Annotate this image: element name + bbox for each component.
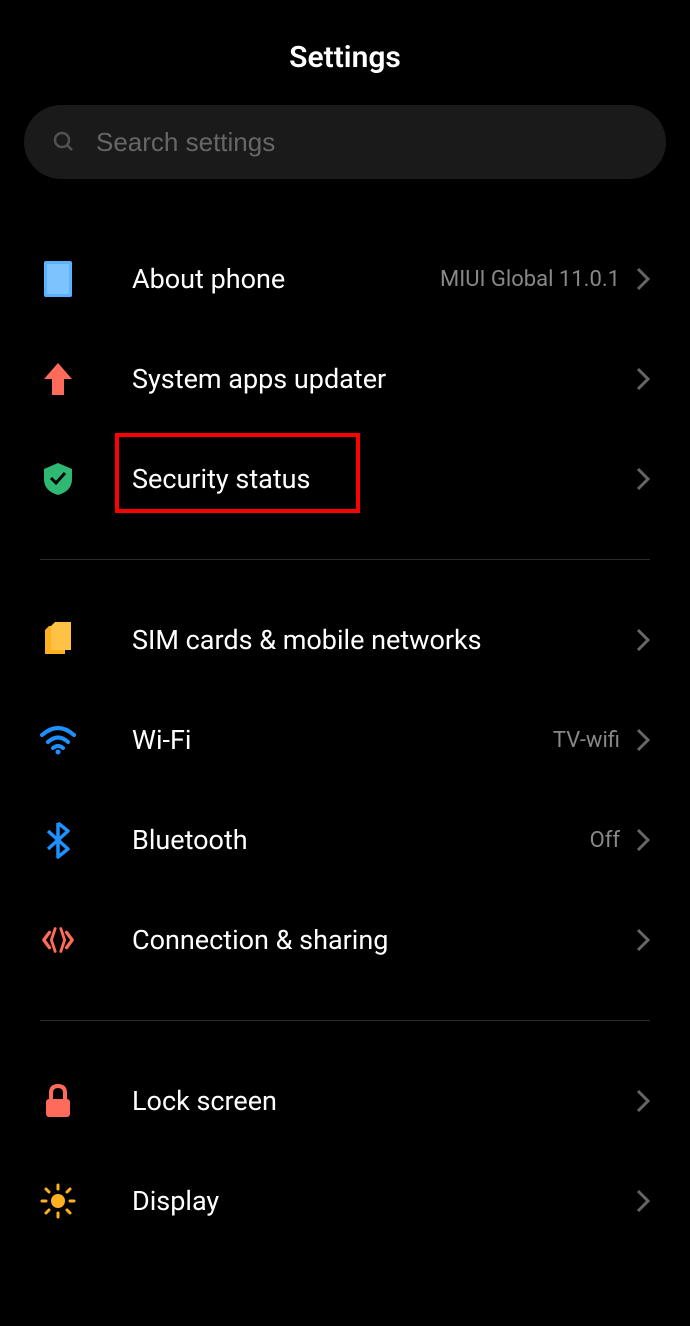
- divider: [40, 559, 650, 560]
- item-label: About phone: [132, 263, 440, 295]
- settings-item-system-apps-updater[interactable]: System apps updater: [40, 329, 650, 429]
- item-label: SIM cards & mobile networks: [132, 624, 636, 656]
- settings-item-wifi[interactable]: Wi-Fi TV-wifi: [40, 690, 650, 790]
- sim-icon: [40, 622, 76, 658]
- shield-check-icon: [40, 461, 76, 497]
- item-label: Security status: [132, 463, 636, 495]
- settings-item-security-status[interactable]: Security status: [40, 429, 650, 529]
- sun-icon: [40, 1183, 76, 1219]
- lock-icon: [40, 1083, 76, 1119]
- item-value: TV-wifi: [553, 728, 620, 753]
- chevron-right-icon: [636, 467, 650, 491]
- settings-item-display[interactable]: Display: [40, 1151, 650, 1251]
- chevron-right-icon: [636, 367, 650, 391]
- settings-item-lock-screen[interactable]: Lock screen: [40, 1051, 650, 1151]
- settings-group-1: About phone MIUI Global 11.0.1 System ap…: [40, 219, 650, 539]
- item-label: Bluetooth: [132, 824, 590, 856]
- page-title: Settings: [0, 40, 690, 75]
- settings-item-about-phone[interactable]: About phone MIUI Global 11.0.1: [40, 229, 650, 329]
- chevron-right-icon: [636, 728, 650, 752]
- item-label: Wi-Fi: [132, 724, 553, 756]
- item-label: Connection & sharing: [132, 924, 636, 956]
- sharing-icon: [40, 922, 76, 958]
- settings-group-3: Lock screen: [40, 1041, 650, 1261]
- chevron-right-icon: [636, 928, 650, 952]
- divider: [40, 1020, 650, 1021]
- chevron-right-icon: [636, 1189, 650, 1213]
- chevron-right-icon: [636, 828, 650, 852]
- search-input[interactable]: [96, 127, 638, 158]
- header: Settings: [0, 0, 690, 105]
- chevron-right-icon: [636, 267, 650, 291]
- arrow-up-icon: [40, 361, 76, 397]
- settings-item-sim-cards[interactable]: SIM cards & mobile networks: [40, 590, 650, 690]
- chevron-right-icon: [636, 628, 650, 652]
- item-value: MIUI Global 11.0.1: [440, 267, 620, 292]
- settings-item-bluetooth[interactable]: Bluetooth Off: [40, 790, 650, 890]
- settings-item-connection-sharing[interactable]: Connection & sharing: [40, 890, 650, 990]
- item-label: Display: [132, 1185, 636, 1217]
- search-icon: [52, 130, 76, 154]
- settings-list: About phone MIUI Global 11.0.1 System ap…: [0, 219, 690, 1261]
- item-value: Off: [590, 828, 620, 853]
- chevron-right-icon: [636, 1089, 650, 1113]
- bluetooth-icon: [40, 822, 76, 858]
- phone-icon: [40, 261, 76, 297]
- item-label: Lock screen: [132, 1085, 636, 1117]
- settings-group-2: SIM cards & mobile networks Wi-Fi TV-wif…: [40, 580, 650, 1000]
- wifi-icon: [40, 722, 76, 758]
- search-bar[interactable]: [24, 105, 666, 179]
- item-label: System apps updater: [132, 363, 636, 395]
